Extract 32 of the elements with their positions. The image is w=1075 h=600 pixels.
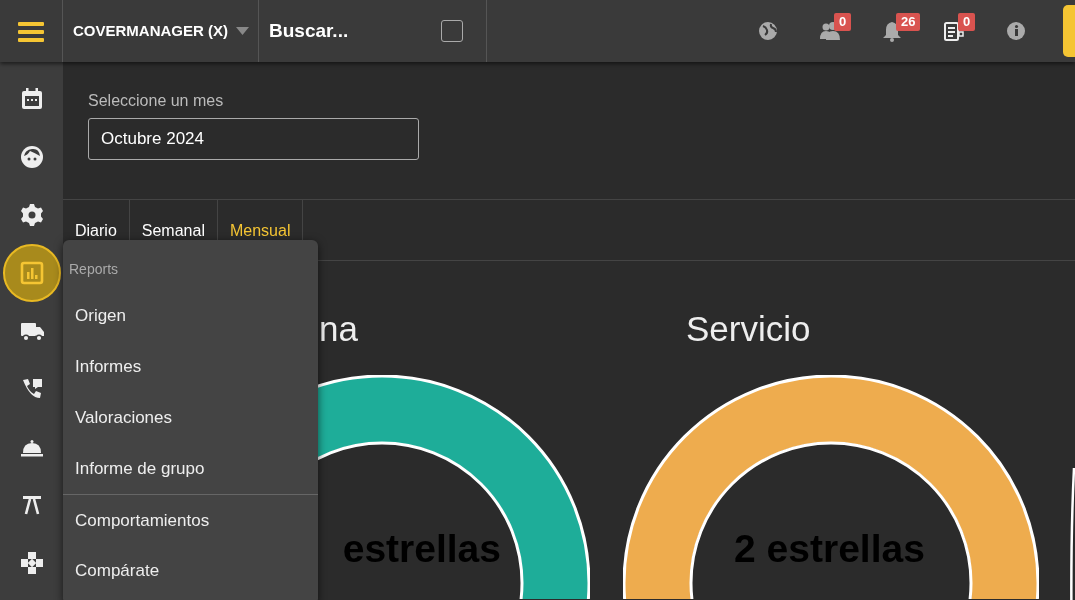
face-icon — [19, 145, 44, 169]
globe-icon — [757, 20, 779, 42]
bell-button[interactable]: 26 — [861, 0, 923, 62]
account-dropdown[interactable]: COVERMANAGER (X) — [63, 0, 259, 62]
menu-item[interactable]: Informe de grupo — [63, 443, 318, 494]
gear-icon — [19, 203, 44, 227]
puzzle-icon — [19, 551, 44, 575]
menu-item[interactable]: Valoraciones — [63, 392, 318, 443]
menu-item[interactable]: Origen — [63, 290, 318, 341]
calendar-icon — [19, 87, 44, 111]
search-field[interactable]: Buscar... — [267, 15, 427, 47]
count-badge: 0 — [958, 13, 976, 31]
chart-nav-button[interactable] — [2, 244, 61, 302]
clipboard-button[interactable]: 0 — [923, 0, 985, 62]
count-badge: 0 — [834, 13, 852, 31]
menu-header: Reports — [68, 260, 120, 279]
menu-item[interactable]: Informes — [63, 341, 318, 392]
menu-item[interactable]: Compárate — [63, 545, 318, 596]
people-button[interactable]: 0 — [799, 0, 861, 62]
bell-icon — [881, 20, 903, 42]
count-badge: 26 — [896, 13, 921, 31]
chart-title: Servicio — [685, 309, 812, 349]
checkbox[interactable] — [441, 20, 463, 42]
chart-icon — [19, 261, 44, 285]
caret-icon — [236, 27, 249, 35]
menu-icon — [18, 21, 44, 42]
chart-title: na — [318, 309, 359, 349]
menu-item[interactable]: Comportamientos — [63, 494, 318, 545]
month-field[interactable]: Octubre 2024 — [88, 118, 419, 160]
info-icon — [1005, 20, 1027, 42]
clipboard-icon — [943, 20, 965, 42]
field-label: Seleccione un mes — [88, 91, 225, 111]
